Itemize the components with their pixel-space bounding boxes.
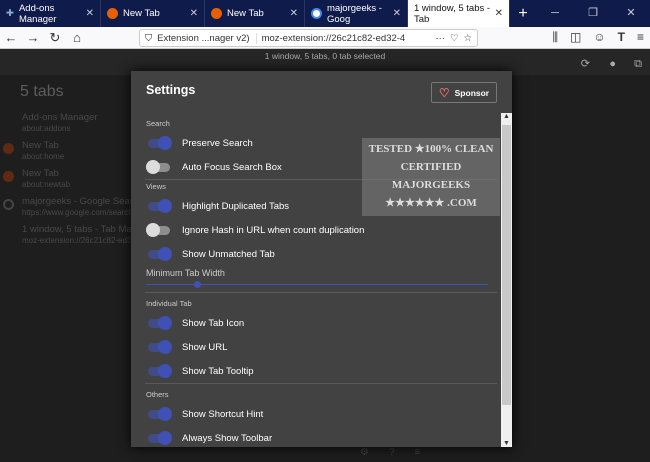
option-ignore-hash[interactable]: Ignore Hash in URL when count duplicatio… <box>131 218 512 242</box>
pocket-icon[interactable]: ♡ <box>450 33 459 44</box>
open-window-icon[interactable]: ⧉ <box>634 57 642 71</box>
section-search: Search <box>146 119 170 128</box>
menu-icon[interactable]: ≡ <box>637 30 644 45</box>
toggle-switch[interactable] <box>146 136 172 150</box>
home-button[interactable]: ⌂ <box>66 30 88 45</box>
toggle-switch[interactable] <box>146 160 172 174</box>
restore-button[interactable]: ❐ <box>574 0 612 27</box>
dialog-title: Settings <box>146 83 196 97</box>
url-text[interactable]: moz-extension://26c21c82-ed32-4 <box>262 33 406 44</box>
list-item[interactable]: Add-ons Manager about:addons <box>0 109 130 137</box>
close-tab-icon[interactable]: ✕ <box>86 8 94 19</box>
sync-icon[interactable]: ⟳ <box>581 57 590 71</box>
page-actions-icon[interactable]: ··· <box>435 33 445 44</box>
sponsor-button[interactable]: ♡ Sponsor <box>431 82 497 103</box>
nav-toolbar: ← → ↻ ⌂ ⛉ Extension ...nager v2) moz-ext… <box>0 27 650 49</box>
bookmark-star-icon[interactable]: ☆ <box>463 33 472 44</box>
tab-list: 5 tabs Add-ons Manager about:addons New T… <box>0 79 156 249</box>
option-show-tab-icon[interactable]: Show Tab Icon <box>131 311 512 335</box>
majorgeeks-watermark: TESTED ★100% CLEAN CERTIFIED MAJORGEEKS ★★★… <box>362 138 500 216</box>
tab-addons-manager[interactable]: ✚ Add-ons Manager ✕ <box>0 0 101 27</box>
toggle-switch[interactable] <box>146 407 172 421</box>
status-text: 1 window, 5 tabs, 0 tab selected <box>264 51 386 61</box>
option-shortcut-hint[interactable]: Show Shortcut Hint <box>131 402 512 426</box>
scroll-up-icon[interactable]: ▲ <box>501 113 512 120</box>
scrollbar[interactable]: ▲ ▼ <box>501 113 512 447</box>
tab-new-tab-1[interactable]: New Tab ✕ <box>101 0 205 27</box>
tab-tab-manager[interactable]: 1 window, 5 tabs - Tab ✕ <box>408 0 510 27</box>
extension-t-icon[interactable]: T <box>618 30 625 45</box>
menu-icon[interactable]: ≡ <box>415 447 421 462</box>
sidebar-icon[interactable]: ◫ <box>570 30 581 45</box>
forward-button[interactable]: → <box>22 30 44 45</box>
list-item[interactable]: New Tab about:home <box>0 137 130 165</box>
option-show-unmatched[interactable]: Show Unmatched Tab <box>131 242 512 266</box>
list-item[interactable]: 1 window, 5 tabs - Tab Manager moz-extens… <box>0 221 156 249</box>
tab-majorgeeks-google[interactable]: majorgeeks - Goog ✕ <box>305 0 408 27</box>
firefox-icon <box>107 8 118 19</box>
url-bar[interactable]: ⛉ Extension ...nager v2) moz-extension:/… <box>139 29 478 47</box>
library-icon[interactable]: ⫼ <box>553 30 559 45</box>
close-tab-icon[interactable]: ✕ <box>393 8 401 19</box>
close-window-button[interactable]: ✕ <box>612 0 650 27</box>
toggle-switch[interactable] <box>146 431 172 445</box>
firefox-icon <box>3 171 14 182</box>
list-item[interactable]: majorgeeks - Google Search https://www.go… <box>0 193 143 221</box>
tab-new-tab-2[interactable]: New Tab ✕ <box>205 0 305 27</box>
google-icon <box>3 199 14 210</box>
close-tab-icon[interactable]: ✕ <box>190 8 198 19</box>
toggle-switch[interactable] <box>146 340 172 354</box>
identity-label[interactable]: Extension ...nager v2) <box>157 32 257 44</box>
option-show-tooltip[interactable]: Show Tab Tooltip <box>131 359 512 383</box>
section-individual-tab: Individual Tab <box>146 299 192 308</box>
firefox-icon <box>211 8 222 19</box>
section-others: Others <box>146 390 169 399</box>
firefox-icon <box>3 143 14 154</box>
bottom-toolbar: ⚙? ≡ <box>360 447 650 462</box>
toggle-switch[interactable] <box>146 223 172 237</box>
puzzle-icon: ✚ <box>6 8 14 19</box>
list-item[interactable]: New Tab about:newtab <box>0 165 130 193</box>
option-show-url[interactable]: Show URL <box>131 335 512 359</box>
reload-button[interactable]: ↻ <box>44 30 66 46</box>
help-icon[interactable]: ? <box>389 447 395 462</box>
settings-dialog: Settings ♡ Sponsor Search Preserve Search… <box>131 71 512 447</box>
gear-icon[interactable]: ⚙ <box>360 447 369 462</box>
close-tab-icon[interactable]: ✕ <box>290 8 298 19</box>
toggle-switch[interactable] <box>146 247 172 261</box>
scroll-down-icon[interactable]: ▼ <box>501 440 512 447</box>
min-tab-width-slider[interactable] <box>146 278 488 292</box>
heart-icon: ♡ <box>438 85 450 100</box>
divider <box>145 292 497 293</box>
lightbulb-icon[interactable]: ● <box>609 57 616 71</box>
google-icon <box>311 8 322 19</box>
min-tab-width-label: Minimum Tab Width <box>146 268 225 278</box>
new-tab-button[interactable]: + <box>510 0 536 27</box>
account-icon[interactable]: ☺ <box>593 30 605 45</box>
shield-icon[interactable]: ⛉ <box>145 33 152 44</box>
list-title: 5 tabs <box>20 83 64 100</box>
toggle-switch[interactable] <box>146 364 172 378</box>
minimize-button[interactable]: ─ <box>536 0 574 27</box>
back-button[interactable]: ← <box>0 30 22 45</box>
option-always-toolbar[interactable]: Always Show Toolbar <box>131 426 512 447</box>
slider-thumb[interactable] <box>193 281 201 288</box>
toggle-switch[interactable] <box>146 199 172 213</box>
divider <box>145 383 497 384</box>
close-tab-icon[interactable]: ✕ <box>495 8 503 19</box>
toggle-switch[interactable] <box>146 316 172 330</box>
tab-bar: ✚ Add-ons Manager ✕ New Tab ✕ New Tab ✕ majo… <box>0 0 650 27</box>
